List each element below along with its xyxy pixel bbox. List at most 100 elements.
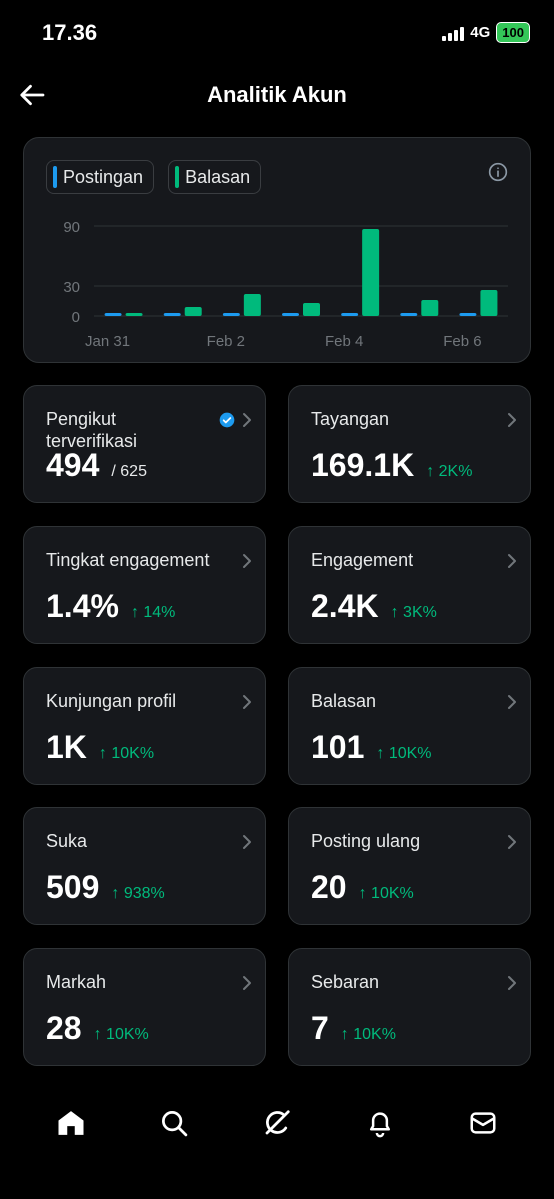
stat-delta: ↑ 14% bbox=[130, 604, 176, 621]
bar-balasan bbox=[480, 290, 498, 316]
chevron-right-icon bbox=[243, 695, 251, 709]
bar-postingan bbox=[400, 313, 418, 316]
chevron-right-icon bbox=[243, 413, 251, 427]
bar-balasan bbox=[421, 300, 439, 316]
stat-label: Kunjungan profil bbox=[46, 691, 177, 711]
chevron-right-icon bbox=[243, 976, 251, 990]
nav-search[interactable] bbox=[157, 1106, 191, 1140]
bottom-nav bbox=[0, 1098, 554, 1148]
messages-icon bbox=[470, 1112, 496, 1134]
stat-value-row: 1K ↑ 10K% bbox=[46, 729, 154, 766]
chevron-right-icon bbox=[508, 835, 516, 849]
stat-card[interactable]: Balasan 101 ↑ 10K% bbox=[288, 667, 531, 785]
bar-postingan bbox=[163, 313, 181, 316]
chevron-right-icon bbox=[508, 976, 516, 990]
nav-messages[interactable] bbox=[466, 1106, 500, 1140]
stat-delta: ↑ 10K% bbox=[340, 1026, 396, 1043]
y-tick-label: 0 bbox=[72, 309, 80, 326]
x-tick-label: Jan 31 bbox=[85, 333, 130, 350]
home-icon bbox=[58, 1111, 84, 1135]
stat-card[interactable]: Tayangan 169.1K ↑ 2K% bbox=[288, 385, 531, 503]
stat-value: 1K bbox=[46, 729, 87, 765]
stat-label: Pengikut terverifikasi bbox=[46, 409, 138, 451]
stat-value: 7 bbox=[311, 1010, 329, 1046]
stat-value-row: 169.1K ↑ 2K% bbox=[311, 447, 472, 484]
bar-balasan bbox=[303, 303, 320, 316]
stat-delta: ↑ 10K% bbox=[358, 885, 414, 902]
chevron-right-icon bbox=[243, 554, 251, 568]
stat-value: 169.1K bbox=[311, 447, 415, 483]
notifications-icon bbox=[369, 1112, 390, 1138]
bar-postingan bbox=[222, 313, 240, 316]
stat-delta: ↑ 10K% bbox=[98, 745, 155, 762]
stat-card[interactable]: Engagement 2.4K ↑ 3K% bbox=[288, 526, 531, 644]
nav-home[interactable] bbox=[54, 1106, 88, 1140]
stat-card[interactable]: Kunjungan profil 1K ↑ 10K% bbox=[23, 667, 266, 785]
stat-label: Sebaran bbox=[311, 972, 380, 992]
legend-label: Postingan bbox=[63, 166, 144, 187]
stat-card[interactable]: Tingkat engagement 1.4% ↑ 14% bbox=[23, 526, 266, 644]
stat-card[interactable]: Markah 28 ↑ 10K% bbox=[23, 948, 266, 1066]
stat-value-row: 1.4% ↑ 14% bbox=[46, 588, 175, 625]
page-header: Analitik Akun bbox=[0, 74, 554, 114]
stat-card[interactable]: Suka 509 ↑ 938% bbox=[23, 807, 266, 925]
bar-balasan bbox=[184, 307, 202, 316]
bar-balasan bbox=[362, 229, 380, 316]
bar-postingan bbox=[282, 313, 299, 316]
stat-value: 101 bbox=[311, 729, 365, 765]
stat-label: Balasan bbox=[311, 691, 377, 711]
stat-delta: ↑ 10K% bbox=[93, 1026, 149, 1043]
legend-swatch-green bbox=[175, 166, 180, 188]
stat-value-row: 7 ↑ 10K% bbox=[311, 1010, 396, 1047]
grok-icon bbox=[265, 1110, 290, 1135]
stat-value: 28 bbox=[46, 1010, 82, 1046]
stat-value: 509 bbox=[46, 869, 100, 905]
stat-value-row: 494 / 625 bbox=[46, 447, 147, 484]
stat-label: Posting ulang bbox=[311, 831, 421, 851]
stat-delta: ↑ 2K% bbox=[426, 463, 473, 480]
bar-postingan bbox=[459, 313, 477, 316]
stat-card[interactable]: Sebaran 7 ↑ 10K% bbox=[288, 948, 531, 1066]
page-title: Analitik Akun bbox=[207, 82, 347, 107]
chevron-right-icon bbox=[508, 413, 516, 427]
stat-value: 1.4% bbox=[46, 588, 119, 624]
nav-notifications[interactable] bbox=[363, 1106, 397, 1140]
stat-label: Tingkat engagement bbox=[46, 550, 210, 570]
stat-value-row: 509 ↑ 938% bbox=[46, 869, 165, 906]
signal-icon bbox=[442, 25, 465, 41]
x-tick-label: Feb 2 bbox=[207, 333, 245, 350]
legend-item-balasan[interactable]: Balasan bbox=[168, 160, 262, 194]
nav-grok[interactable] bbox=[260, 1106, 294, 1140]
stat-value: 20 bbox=[311, 869, 347, 905]
bar-balasan bbox=[243, 294, 261, 316]
y-tick-label: 90 bbox=[63, 219, 80, 236]
info-icon[interactable] bbox=[488, 162, 508, 182]
chevron-right-icon bbox=[508, 695, 516, 709]
stat-value: 494 bbox=[46, 447, 100, 483]
x-tick-label: Feb 6 bbox=[443, 333, 481, 350]
status-indicators: 4G 100 bbox=[442, 22, 530, 43]
bar-postingan bbox=[341, 313, 359, 316]
verified-badge-icon bbox=[219, 412, 235, 428]
legend-swatch-blue bbox=[53, 166, 57, 188]
stat-value-row: 28 ↑ 10K% bbox=[46, 1010, 149, 1047]
stat-value-row: 20 ↑ 10K% bbox=[311, 869, 414, 906]
stat-label: Suka bbox=[46, 831, 88, 851]
stat-card[interactable]: Pengikut terverifikasi 494 / 625 bbox=[23, 385, 266, 503]
stat-value-row: 2.4K ↑ 3K% bbox=[311, 588, 437, 625]
y-tick-label: 30 bbox=[63, 279, 80, 296]
stat-card[interactable]: Posting ulang 20 ↑ 10K% bbox=[288, 807, 531, 925]
bar-postingan bbox=[104, 313, 122, 316]
stat-value: 2.4K bbox=[311, 588, 379, 624]
network-type: 4G bbox=[470, 24, 491, 41]
status-time: 17.36 bbox=[42, 20, 98, 45]
search-icon bbox=[162, 1111, 188, 1137]
stat-delta: ↑ 3K% bbox=[390, 604, 437, 621]
stat-total: / 625 bbox=[111, 463, 147, 480]
bar-balasan bbox=[125, 313, 143, 316]
stat-label: Markah bbox=[46, 972, 107, 992]
stat-delta: ↑ 938% bbox=[111, 885, 165, 902]
stat-label: Engagement bbox=[311, 550, 414, 570]
legend-item-postingan[interactable]: Postingan bbox=[46, 160, 155, 194]
legend-label: Balasan bbox=[185, 166, 251, 187]
